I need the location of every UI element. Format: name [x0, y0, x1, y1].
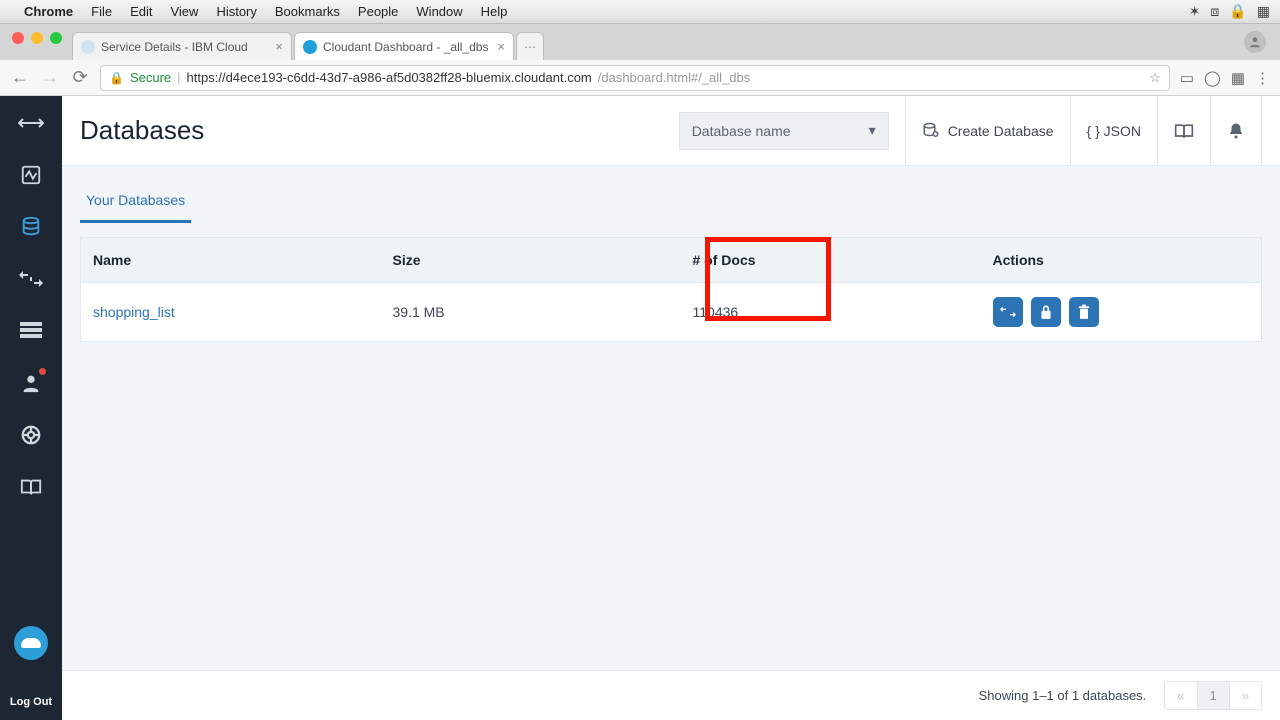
tab-title: Cloudant Dashboard - _all_dbs: [323, 40, 488, 54]
app-frame: Log Out Databases Database name ▾ Create…: [0, 96, 1280, 720]
separator: |: [177, 70, 180, 85]
pager-page[interactable]: 1: [1197, 682, 1229, 709]
page-title: Databases: [80, 115, 204, 146]
nav-replication-icon[interactable]: [18, 266, 44, 292]
tab-your-databases[interactable]: Your Databases: [80, 184, 191, 223]
notifications-button[interactable]: [1210, 96, 1262, 166]
browser-tab-cloudant[interactable]: Cloudant Dashboard - _all_dbs ×: [294, 32, 514, 60]
window-minimize-button[interactable]: [31, 32, 43, 44]
lock-icon: 🔒: [109, 71, 124, 85]
col-header-size[interactable]: Size: [381, 238, 681, 283]
chevron-down-icon: ▾: [869, 122, 876, 139]
window-zoom-button[interactable]: [50, 32, 62, 44]
top-bar: Databases Database name ▾ Create Databas…: [62, 96, 1280, 166]
permissions-button[interactable]: [1031, 297, 1061, 327]
nav-back-button[interactable]: ←: [10, 67, 30, 88]
database-select-label: Database name: [692, 123, 791, 139]
db-actions-cell: [981, 283, 1262, 342]
main-panel: Databases Database name ▾ Create Databas…: [62, 96, 1280, 720]
db-name-link[interactable]: shopping_list: [93, 304, 175, 320]
nav-support-icon[interactable]: [18, 422, 44, 448]
pager-prev[interactable]: «: [1165, 682, 1196, 709]
nav-account-icon[interactable]: [18, 370, 44, 396]
left-nav: Log Out: [0, 96, 62, 720]
chrome-toolbar: ← → ⟳ 🔒 Secure | https://d4ece193-c6dd-4…: [0, 60, 1280, 96]
json-label: { } JSON: [1087, 123, 1141, 139]
adblock-icon[interactable]: ◯: [1204, 69, 1221, 87]
url-path: /dashboard.html#/_all_dbs: [598, 70, 751, 85]
mac-menu-window[interactable]: Window: [416, 4, 462, 19]
logout-link[interactable]: Log Out: [10, 696, 52, 708]
calendar-tray-icon[interactable]: ▦: [1257, 3, 1270, 20]
tab-close-icon[interactable]: ×: [275, 39, 283, 54]
favicon-icon: [303, 40, 317, 54]
lock-tray-icon[interactable]: 🔒: [1229, 3, 1246, 20]
mac-menu-edit[interactable]: Edit: [130, 4, 152, 19]
macos-tray: ✶ ⧈ 🔒 ▦: [1189, 3, 1270, 20]
col-header-docs[interactable]: # of Docs: [681, 238, 981, 283]
col-header-actions: Actions: [981, 238, 1262, 283]
delete-button[interactable]: [1069, 297, 1099, 327]
docs-button[interactable]: [1157, 96, 1210, 166]
nav-activity-icon[interactable]: [18, 162, 44, 188]
mac-menu-history[interactable]: History: [216, 4, 256, 19]
new-tab-button[interactable]: ⋯: [516, 32, 544, 60]
footer-status: Showing 1–1 of 1 databases.: [979, 688, 1147, 703]
nav-warehouse-icon[interactable]: [18, 318, 44, 344]
mac-menu-app[interactable]: Chrome: [24, 4, 73, 19]
replicate-button[interactable]: [993, 297, 1023, 327]
mac-menu-file[interactable]: File: [91, 4, 112, 19]
macos-menubar: Chrome File Edit View History Bookmarks …: [0, 0, 1280, 24]
mac-menu-help[interactable]: Help: [481, 4, 508, 19]
pagination: « 1 »: [1164, 681, 1262, 710]
chrome-menu-icon[interactable]: ⋮: [1255, 69, 1270, 87]
db-size-cell: 39.1 MB: [381, 283, 681, 342]
database-select[interactable]: Database name ▾: [679, 112, 889, 150]
bookmark-star-icon[interactable]: ☆: [1149, 70, 1161, 86]
address-bar[interactable]: 🔒 Secure | https://d4ece193-c6dd-43d7-a9…: [100, 65, 1170, 91]
browser-tab-ibm-cloud[interactable]: Service Details - IBM Cloud ×: [72, 32, 292, 60]
nav-databases-icon[interactable]: [18, 214, 44, 240]
tab-close-icon[interactable]: ×: [497, 39, 505, 54]
url-host: https://d4ece193-c6dd-43d7-a986-af5d0382…: [187, 70, 592, 85]
window-close-button[interactable]: [12, 32, 24, 44]
user-avatar[interactable]: [14, 626, 48, 660]
pager-next[interactable]: »: [1229, 682, 1261, 709]
create-database-label: Create Database: [948, 123, 1054, 139]
secure-label: Secure: [130, 70, 171, 85]
extension-icon[interactable]: ▦: [1231, 69, 1245, 87]
chrome-tab-strip: Service Details - IBM Cloud × Cloudant D…: [0, 24, 1280, 60]
mac-menu-view[interactable]: View: [170, 4, 198, 19]
tab-title: Service Details - IBM Cloud: [101, 40, 248, 54]
chrome-profile-icon[interactable]: [1244, 31, 1266, 53]
extension-icons: ▭ ◯ ▦ ⋮: [1180, 69, 1270, 87]
dropbox-tray-icon[interactable]: ⧈: [1210, 3, 1219, 20]
content-tabs: Your Databases: [80, 166, 1262, 223]
footer-bar: Showing 1–1 of 1 databases. « 1 »: [62, 670, 1280, 720]
nav-docs-icon[interactable]: [18, 474, 44, 500]
nav-expand-icon[interactable]: [18, 110, 44, 136]
favicon-icon: [81, 40, 95, 54]
cast-icon[interactable]: ▭: [1180, 69, 1194, 87]
databases-table: Name Size # of Docs Actions shopping_lis…: [80, 237, 1262, 342]
notification-badge: [39, 368, 46, 375]
db-name-cell: shopping_list: [81, 283, 381, 342]
mac-menu-bookmarks[interactable]: Bookmarks: [275, 4, 340, 19]
table-row: shopping_list 39.1 MB 110436: [81, 283, 1262, 342]
nav-reload-button[interactable]: ⟳: [70, 67, 90, 88]
col-header-name[interactable]: Name: [81, 238, 381, 283]
create-database-button[interactable]: Create Database: [905, 96, 1070, 166]
nav-forward-button[interactable]: →: [40, 67, 60, 88]
db-docs-cell: 110436: [681, 283, 981, 342]
mac-menu-people[interactable]: People: [358, 4, 398, 19]
evernote-tray-icon[interactable]: ✶: [1189, 3, 1201, 20]
window-controls: [8, 24, 72, 60]
json-toggle-button[interactable]: { } JSON: [1070, 96, 1157, 166]
col-header-docs-label: # of Docs: [693, 252, 756, 268]
